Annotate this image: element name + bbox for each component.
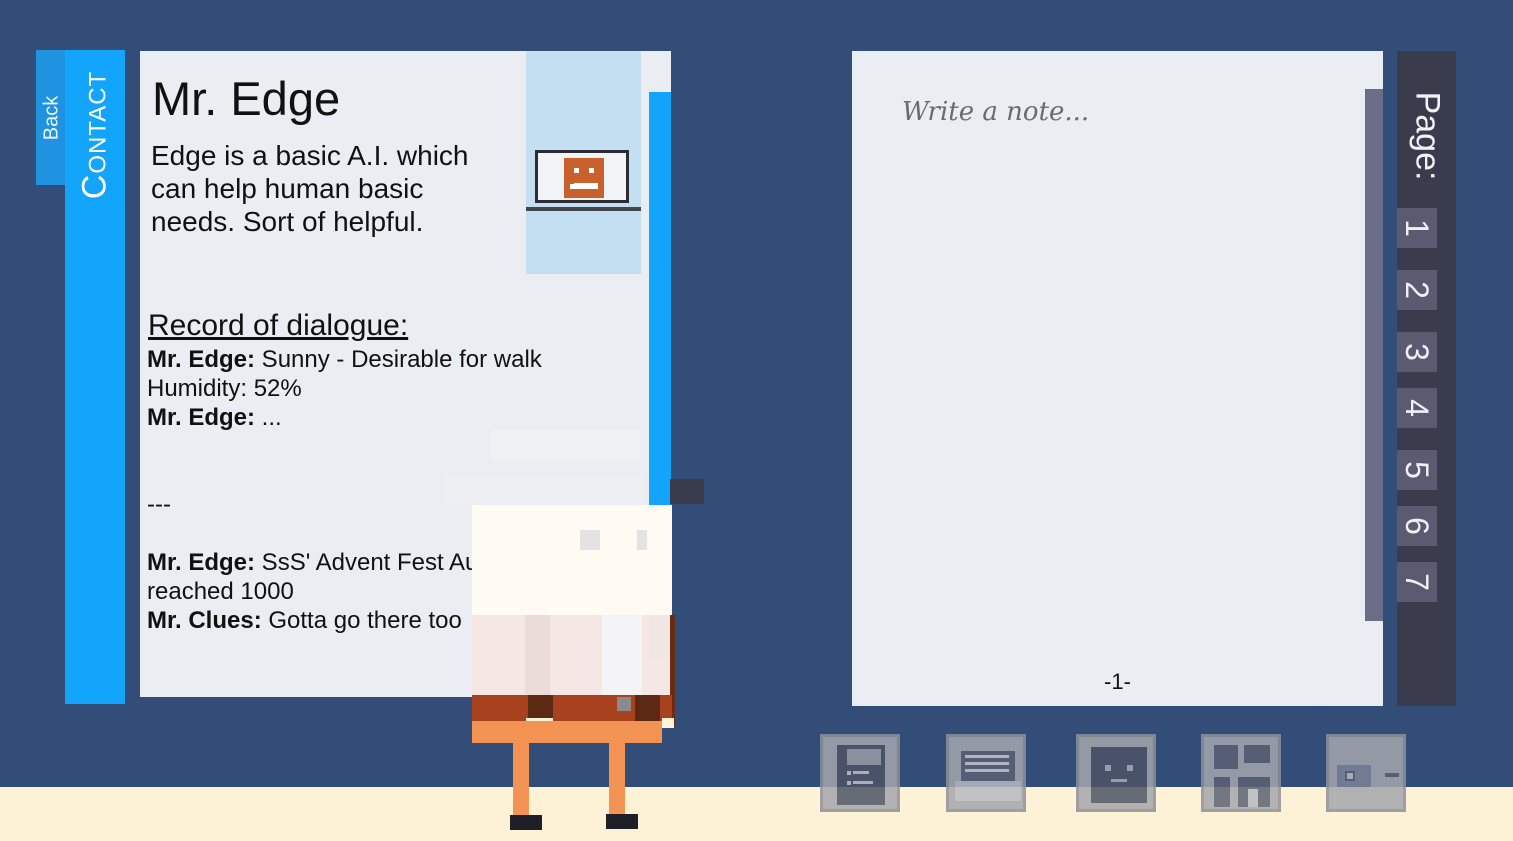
map-icon[interactable]	[1201, 734, 1281, 812]
dialogue-line: Mr. Edge: SsS' Advent Fest Audience has …	[147, 549, 595, 605]
dialogue-line: Mr. Edge: ...	[147, 404, 282, 431]
notebook-icon[interactable]	[820, 734, 900, 812]
contact-portrait	[526, 51, 641, 274]
note-page-number: -1-	[1104, 669, 1131, 694]
face-icon[interactable]	[1076, 734, 1156, 812]
page-button-1[interactable]: 1	[1397, 208, 1437, 248]
contact-tab: Contact	[65, 50, 125, 704]
note-card: -1-	[852, 51, 1383, 706]
floor	[0, 787, 1513, 841]
contact-name: Mr. Edge	[152, 72, 341, 125]
laptop-base	[526, 207, 641, 211]
dialogue-scrollbar-thumb[interactable]	[649, 92, 671, 579]
page-selector: Page: 1 2 3 4 5 6 7	[1397, 51, 1456, 706]
dialogue-line: Mr. Clues: Gotta go there too	[147, 607, 462, 634]
dialogue-line: Humidity: 52%	[147, 375, 302, 402]
page-button-3[interactable]: 3	[1397, 332, 1437, 372]
laptop-robot-icon	[535, 150, 629, 203]
page-button-7[interactable]: 7	[1397, 562, 1437, 602]
note-scrollbar[interactable]	[1365, 89, 1383, 621]
page-button-5[interactable]: 5	[1397, 450, 1437, 490]
document-icon[interactable]	[946, 734, 1026, 812]
page-button-2[interactable]: 2	[1397, 270, 1437, 310]
id-card-icon[interactable]	[1326, 734, 1406, 812]
contact-description: Edge is a basic A.I. which can help huma…	[151, 140, 469, 237]
back-button[interactable]: Back	[36, 50, 68, 185]
page-label: Page:	[1408, 91, 1447, 181]
contact-label: Contact	[75, 70, 114, 200]
contact-card: Mr. Edge Edge is a basic A.I. which can …	[140, 51, 671, 697]
back-label: Back	[40, 95, 63, 140]
page-button-4[interactable]: 4	[1397, 388, 1437, 428]
dialogue-line: Mr. Edge: Sunny - Desirable for walk	[147, 346, 542, 373]
page-button-6[interactable]: 6	[1397, 506, 1437, 546]
note-input[interactable]	[900, 91, 1324, 133]
dialogue-title: Record of dialogue:	[148, 309, 409, 342]
dialogue-separator: ---	[147, 491, 171, 518]
